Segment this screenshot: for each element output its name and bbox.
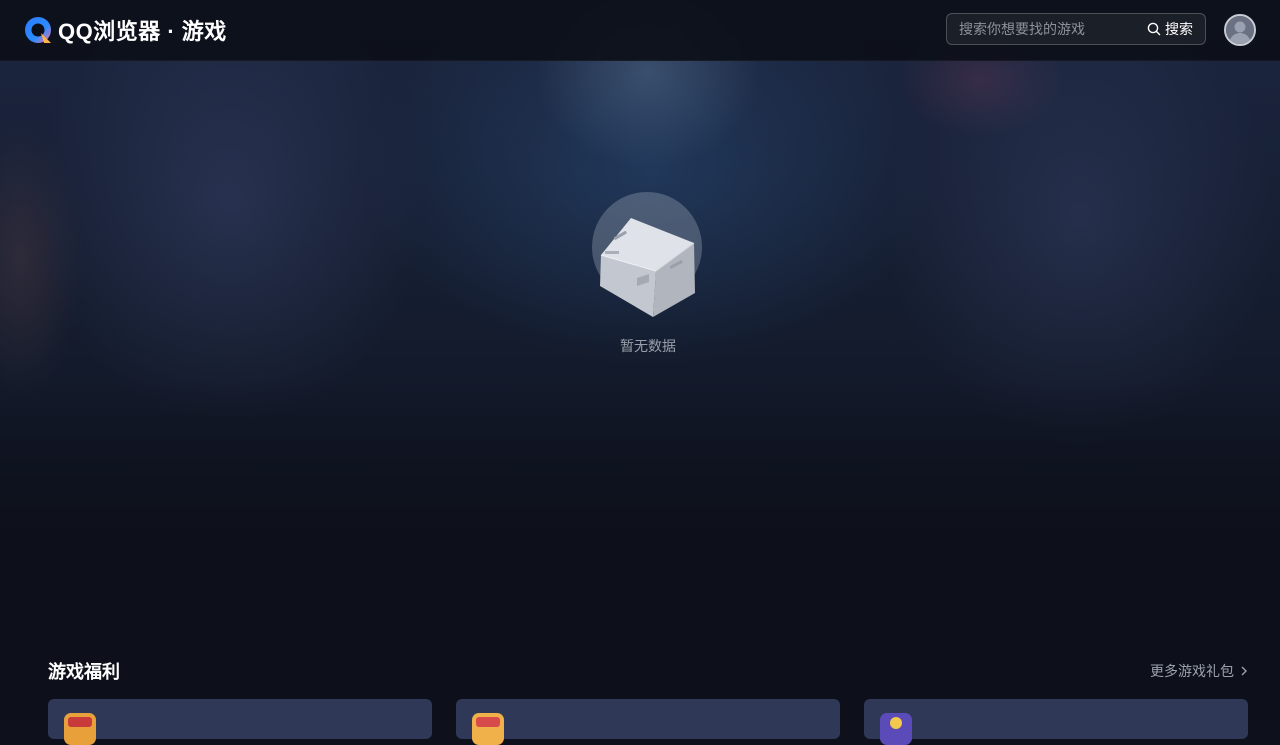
empty-state-text: 暂无数据 (620, 338, 676, 354)
chevron-right-icon (1241, 666, 1247, 676)
more-gift-packs-link[interactable]: 更多游戏礼包 (1150, 661, 1248, 681)
game-icon (472, 713, 504, 745)
background-fade (0, 380, 1280, 720)
qq-browser-logo-icon (25, 17, 51, 43)
search-icon (1147, 22, 1161, 36)
benefit-card[interactable] (456, 699, 840, 745)
user-avatar[interactable] (1224, 14, 1256, 46)
more-link-label: 更多游戏礼包 (1150, 663, 1234, 679)
user-icon (1226, 16, 1254, 44)
search-box: 搜索 (946, 13, 1206, 45)
benefit-card[interactable] (48, 699, 432, 745)
empty-box-icon (592, 192, 702, 317)
game-icon (64, 713, 96, 745)
search-button-label: 搜索 (1165, 21, 1193, 37)
top-bar: QQ浏览器 · 游戏 搜索 (0, 0, 1280, 61)
search-button[interactable]: 搜索 (1147, 14, 1193, 44)
section-title: 游戏福利 (48, 662, 120, 682)
logo-title: QQ浏览器 · 游戏 (58, 19, 227, 44)
game-icon (880, 713, 912, 745)
benefit-card[interactable] (864, 699, 1248, 745)
site-logo[interactable]: QQ浏览器 · 游戏 (24, 16, 227, 44)
search-input[interactable] (959, 14, 1139, 44)
